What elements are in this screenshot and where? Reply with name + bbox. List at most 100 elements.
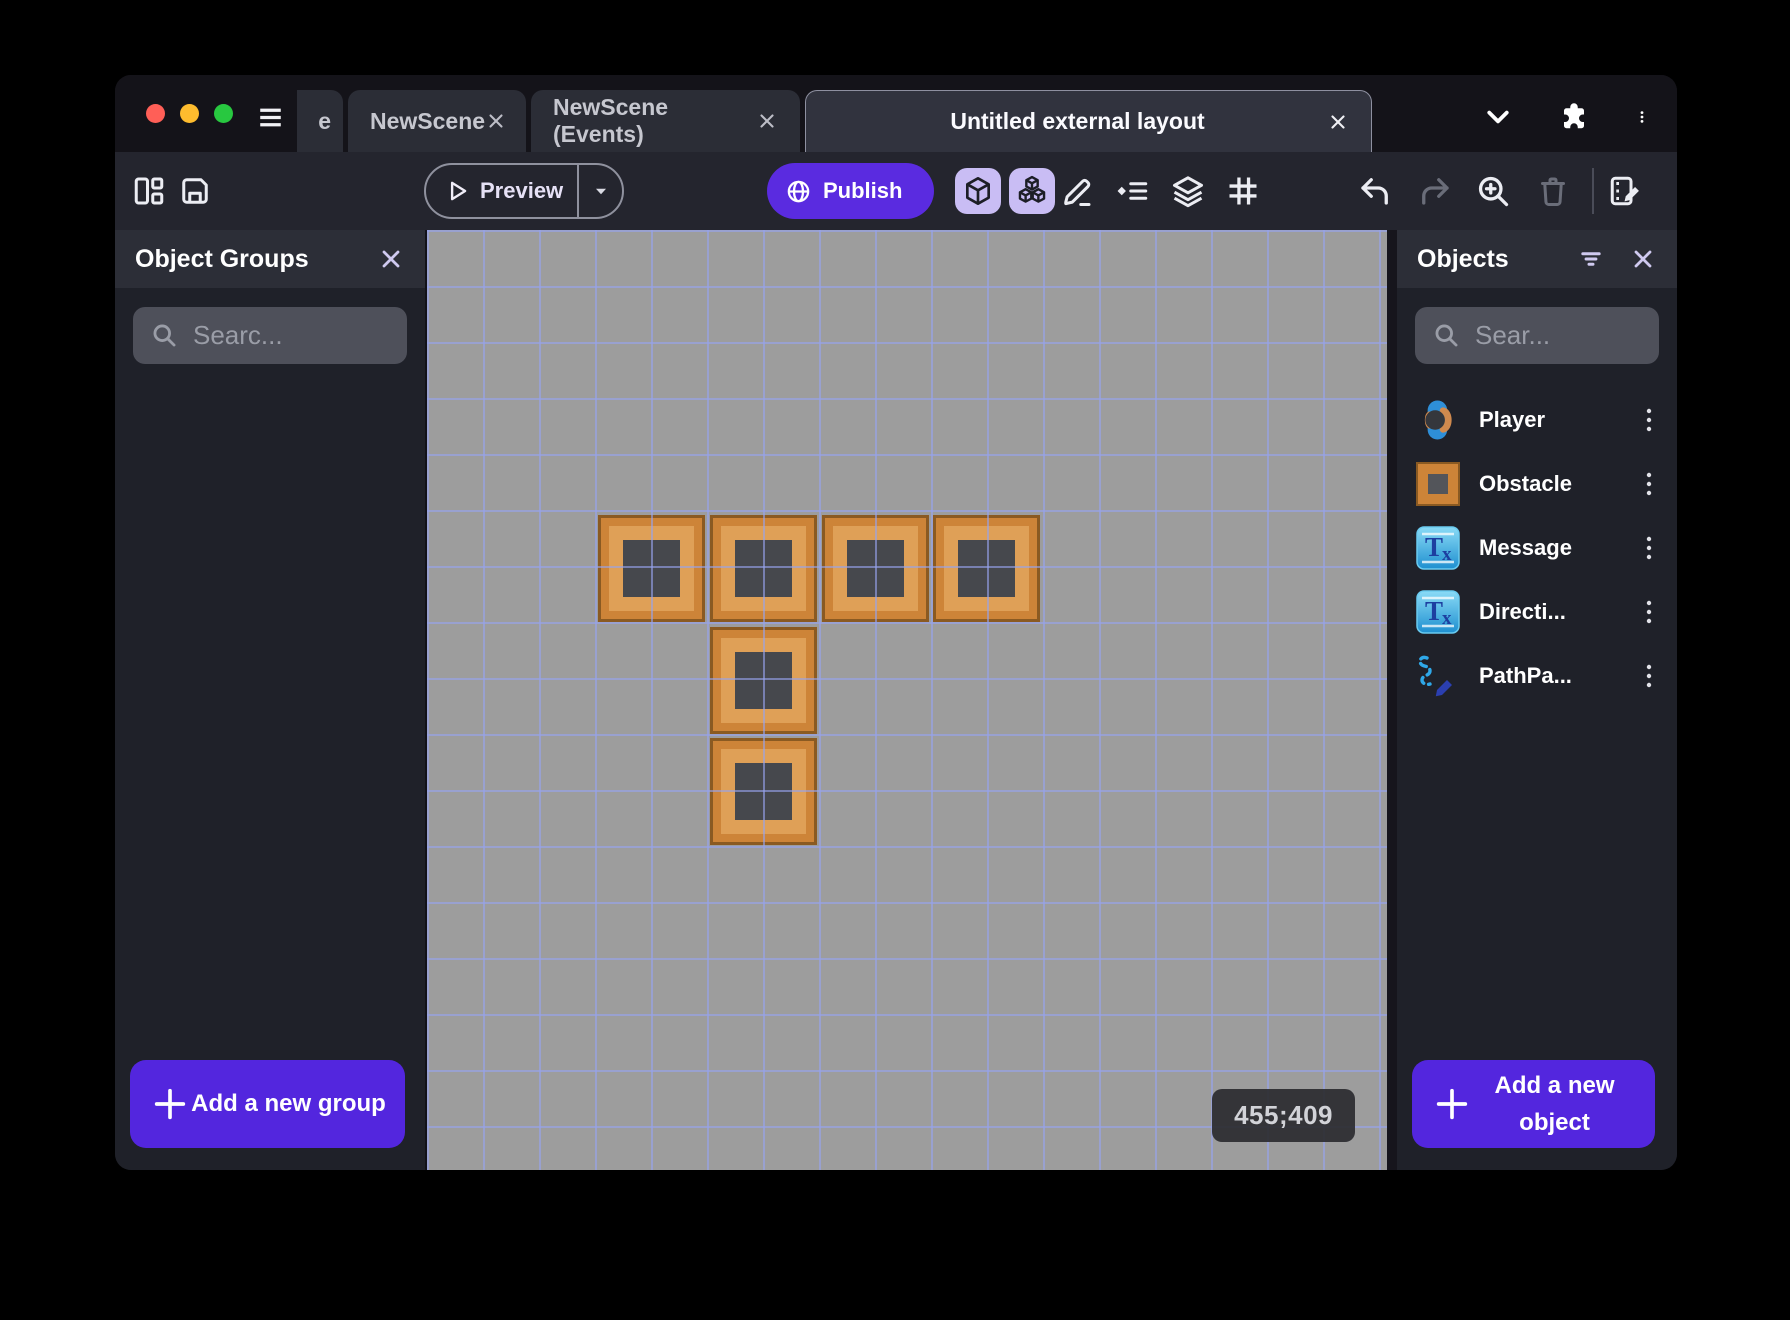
object-name: Message bbox=[1479, 535, 1572, 560]
close-tab-icon[interactable] bbox=[756, 110, 778, 132]
obstacle-instance[interactable] bbox=[933, 515, 1040, 622]
svg-text:T: T bbox=[1425, 532, 1443, 562]
object-name: Player bbox=[1479, 407, 1546, 432]
tab-newscene[interactable]: NewScene bbox=[348, 90, 526, 152]
trash-icon[interactable] bbox=[1535, 173, 1571, 209]
kebab-menu-icon[interactable] bbox=[1635, 102, 1649, 132]
globe-icon bbox=[785, 178, 812, 205]
object-row-direction[interactable]: Tx Directi... bbox=[1397, 580, 1677, 644]
cubes-stack-icon[interactable] bbox=[1009, 168, 1055, 214]
extensions-puzzle-icon[interactable] bbox=[1559, 102, 1589, 132]
grid-icon[interactable] bbox=[1225, 173, 1261, 209]
publish-button[interactable]: Publish bbox=[767, 163, 934, 219]
kebab-menu-icon[interactable] bbox=[1637, 662, 1661, 690]
tiles-layer bbox=[427, 230, 1387, 1170]
preview-label: Preview bbox=[480, 178, 564, 203]
desktop-background: e NewScene NewScene (Events) Untitled ex… bbox=[0, 0, 1790, 1320]
minimize-window-button[interactable] bbox=[180, 104, 199, 123]
kebab-menu-icon[interactable] bbox=[1637, 598, 1661, 626]
object-row-obstacle[interactable]: Obstacle bbox=[1397, 452, 1677, 516]
add-group-button[interactable]: Add a new group bbox=[130, 1060, 405, 1148]
window-controls bbox=[146, 104, 233, 123]
close-tab-icon[interactable] bbox=[485, 110, 507, 132]
zoom-window-button[interactable] bbox=[214, 104, 233, 123]
obstacle-instance[interactable] bbox=[710, 627, 817, 734]
tab-label: NewScene (Events) bbox=[553, 94, 669, 147]
search-icon bbox=[151, 322, 178, 349]
tab-label: Untitled external layout bbox=[950, 108, 1205, 134]
path-paint-icon bbox=[1415, 653, 1461, 699]
obstacle-instance[interactable] bbox=[710, 738, 817, 845]
chevron-down-icon[interactable] bbox=[1483, 102, 1513, 132]
open-panels-icon[interactable] bbox=[131, 173, 167, 209]
objects-header: Objects bbox=[1397, 230, 1677, 288]
objects-list: Player Obstacle T x Message T x Directi.… bbox=[1397, 388, 1677, 708]
obstacle-tile-icon bbox=[1415, 461, 1461, 507]
obstacle-instance[interactable] bbox=[822, 515, 929, 622]
kebab-menu-icon[interactable] bbox=[1637, 470, 1661, 498]
object-groups-panel: Object Groups Add a new group bbox=[115, 230, 427, 1170]
play-icon bbox=[444, 178, 470, 204]
cube-3d-icon[interactable] bbox=[955, 168, 1001, 214]
preview-options-dropdown[interactable] bbox=[579, 165, 622, 217]
save-icon[interactable] bbox=[177, 173, 213, 209]
tab-bar-actions bbox=[1483, 102, 1649, 132]
svg-text:T: T bbox=[1425, 596, 1443, 626]
object-groups-header: Object Groups bbox=[115, 230, 425, 288]
add-group-label: Add a new group bbox=[191, 1090, 386, 1118]
divider bbox=[1592, 168, 1594, 214]
text-object-icon: Tx bbox=[1415, 525, 1461, 571]
tab-label: e bbox=[318, 107, 331, 134]
zoom-in-icon[interactable] bbox=[1475, 173, 1511, 209]
publish-label: Publish bbox=[823, 178, 903, 203]
player-sprite-icon bbox=[1415, 397, 1461, 443]
group-search-input[interactable] bbox=[193, 320, 389, 351]
tab-newscene-events[interactable]: NewScene (Events) bbox=[531, 90, 800, 152]
svg-text:x: x bbox=[1442, 544, 1452, 565]
object-row-pathpaint[interactable]: PathPa... bbox=[1397, 644, 1677, 708]
gdevelop-window: e NewScene NewScene (Events) Untitled ex… bbox=[115, 75, 1677, 1170]
editor-content: Object Groups Add a new group bbox=[115, 230, 1677, 1170]
svg-text:x: x bbox=[1442, 608, 1452, 629]
close-tab-icon[interactable] bbox=[1327, 111, 1349, 133]
object-name: Directi... bbox=[1479, 599, 1566, 624]
close-icon[interactable] bbox=[1629, 245, 1657, 273]
kebab-menu-icon[interactable] bbox=[1637, 406, 1661, 434]
tab-label: NewScene bbox=[370, 107, 486, 134]
close-window-button[interactable] bbox=[146, 104, 165, 123]
undo-icon[interactable] bbox=[1357, 173, 1393, 209]
group-search-box[interactable] bbox=[133, 307, 407, 364]
text-object-icon: Tx bbox=[1415, 589, 1461, 635]
object-search-box[interactable] bbox=[1415, 307, 1659, 364]
filter-icon[interactable] bbox=[1577, 245, 1605, 273]
layers-icon[interactable] bbox=[1170, 173, 1206, 209]
redo-icon[interactable] bbox=[1417, 173, 1453, 209]
tab-strip: e NewScene NewScene (Events) Untitled ex… bbox=[297, 90, 1372, 152]
plus-icon bbox=[1432, 1084, 1472, 1124]
cursor-coordinates-badge: 455;409 bbox=[1212, 1089, 1355, 1142]
edit-scene-icon[interactable] bbox=[1607, 173, 1643, 209]
close-icon[interactable] bbox=[377, 245, 405, 273]
obstacle-instance[interactable] bbox=[710, 515, 817, 622]
tab-untitled-external-layout[interactable]: Untitled external layout bbox=[805, 90, 1372, 152]
scene-canvas[interactable]: 455;409 bbox=[427, 230, 1387, 1170]
preview-button[interactable]: Preview bbox=[424, 163, 624, 219]
object-row-message[interactable]: Tx Message bbox=[1397, 516, 1677, 580]
plus-icon bbox=[150, 1084, 190, 1124]
object-name: Obstacle bbox=[1479, 471, 1572, 496]
toolbar: Preview Publish bbox=[115, 152, 1677, 230]
objects-panel: Objects Sear... Player Obstacle T x Mess… bbox=[1397, 230, 1677, 1170]
object-name: PathPa... bbox=[1479, 663, 1572, 688]
panel-title: Objects bbox=[1417, 244, 1509, 273]
obstacle-instance[interactable] bbox=[598, 515, 705, 622]
object-row-player[interactable]: Player bbox=[1397, 388, 1677, 452]
kebab-menu-icon[interactable] bbox=[1637, 534, 1661, 562]
panel-title: Object Groups bbox=[135, 244, 309, 273]
tab-home-clipped[interactable]: e bbox=[297, 90, 343, 152]
add-object-button[interactable]: Add a new object bbox=[1412, 1060, 1655, 1148]
search-icon bbox=[1433, 322, 1460, 349]
main-menu-icon[interactable] bbox=[256, 103, 285, 132]
pencil-edit-icon[interactable] bbox=[1059, 173, 1095, 209]
object-search-input[interactable] bbox=[1475, 320, 1641, 351]
instances-list-icon[interactable] bbox=[1115, 173, 1151, 209]
